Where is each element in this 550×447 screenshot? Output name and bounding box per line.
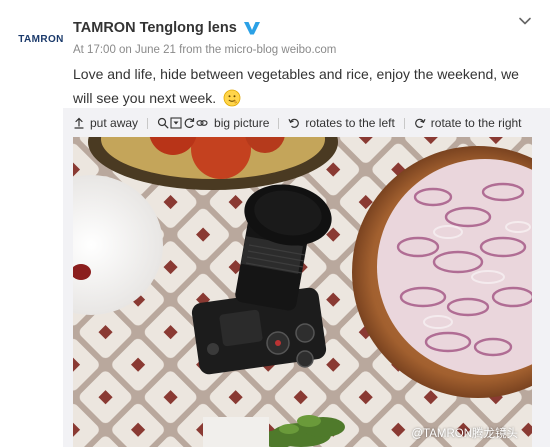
post-meta[interactable]: At 17:00 on June 21 from the micro-blog … (73, 44, 336, 56)
rotate-right-label: rotate to the right (430, 116, 522, 130)
toolbar-divider (278, 117, 280, 129)
post-body: Love and life, hide between vegetables a… (73, 66, 519, 106)
collapse-up-icon (74, 117, 84, 129)
toolbar-divider (147, 117, 149, 129)
big-picture-button[interactable]: big picture (157, 116, 269, 130)
smile-emoji-icon (223, 89, 241, 107)
avatar-logo-text: TAMRON (18, 33, 64, 45)
put-away-button[interactable]: put away (73, 116, 138, 130)
post-text: Love and life, hide between vegetables a… (73, 62, 538, 110)
magnify-icon (157, 117, 169, 129)
avatar[interactable]: TAMRON (14, 22, 68, 56)
chevron-down-icon[interactable] (518, 14, 532, 28)
author-row: TAMRON Tenglong lens (73, 20, 261, 36)
toolbar-divider (403, 117, 405, 129)
verified-v-icon (243, 22, 260, 35)
camera-on-tiles-image (73, 137, 532, 447)
rotate-right-button[interactable]: rotate to the right (414, 116, 522, 130)
author-name[interactable]: TAMRON Tenglong lens (73, 20, 237, 36)
big-picture-label: big picture (214, 116, 270, 130)
refresh-icon (184, 118, 195, 128)
link-icon (196, 120, 208, 126)
post-photo[interactable]: @TAMRON腾龙镜头 (73, 137, 532, 447)
rotate-right-icon (414, 118, 426, 128)
rotate-left-button[interactable]: rotates to the left (288, 116, 395, 130)
media-toolbar: put away big picture rotates to the left… (73, 113, 522, 133)
rotate-left-icon (288, 118, 300, 128)
photo-watermark: @TAMRON腾龙镜头 (411, 428, 518, 440)
rotate-left-label: rotates to the left (305, 116, 395, 130)
weibo-post: TAMRON TAMRON Tenglong lens At 17:00 on … (0, 0, 550, 447)
dropdown-box-icon (170, 117, 182, 129)
put-away-label: put away (90, 116, 139, 130)
big-picture-icons (157, 117, 209, 129)
